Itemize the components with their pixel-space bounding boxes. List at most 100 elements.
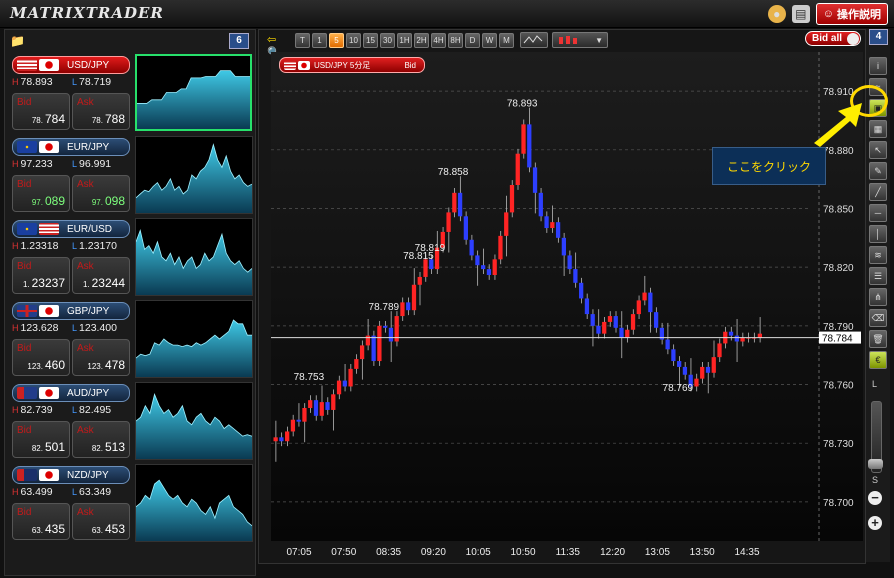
pair-name-label: AUD/JPY [67,387,110,399]
pair-name-label: EUR/USD [67,223,113,235]
ask-button[interactable]: Ask 78. 788 [72,93,130,130]
bid-price: 78. 784 [32,112,65,126]
pitchfork-icon[interactable]: ⋔ [869,288,887,306]
ask-price: 82. 513 [92,440,125,454]
pair-card[interactable]: AUD/JPY H 82.739 L 82.495 Bid 82. 501 Ask 8… [8,382,253,460]
zoom-slider-knob[interactable] [868,459,883,469]
x-tick-label: 09:20 [420,547,446,558]
pair-name-label: NZD/JPY [67,469,109,481]
pair-name-tab[interactable]: EUR/USD [12,220,130,238]
candle-body [354,359,359,369]
horizontal-line-icon[interactable]: ─ [869,204,887,222]
bid-button[interactable]: Bid 63. 435 [12,503,70,540]
candle-body [527,124,532,168]
timeframe-4h-button[interactable]: 4H [431,32,446,48]
zoom-back-icon[interactable]: ⇦🔍 [267,33,289,59]
low-marker: L [72,405,78,415]
timeframe-1h-button[interactable]: 1H [397,32,412,48]
zoom-out-button[interactable]: − [868,491,882,505]
candle-style-select[interactable]: ▼ [552,32,608,48]
pair-card[interactable]: NZD/JPY H 63.499 L 63.349 Bid 63. 435 Ask 6… [8,464,253,542]
ask-button[interactable]: Ask 63. 453 [72,503,130,540]
bid-price-prefix: 97. [31,198,43,207]
timeframe-5-button[interactable]: 5 [329,32,344,48]
pair-name-tab[interactable]: NZD/JPY [12,466,130,484]
pair-card[interactable]: EUR/JPY H 97.233 L 96.991 Bid 97. 089 Ask 9… [8,136,253,214]
bid-button[interactable]: Bid 97. 089 [12,175,70,212]
eraser-icon[interactable]: ⌫ [869,309,887,327]
title-bar: MATRIXTRADER ● ▤ ☺ 操作説明 [0,0,894,28]
sparkline-chart[interactable] [135,382,253,460]
bid-button[interactable]: Bid 1. 23237 [12,257,70,294]
candle-body [406,302,411,311]
bid-price-main: 784 [44,112,65,126]
chart-count-badge[interactable]: 4 [869,29,888,45]
candle-body [550,222,555,229]
candle-body [607,316,613,322]
timeframe-2h-button[interactable]: 2H [414,32,429,48]
trade-icon[interactable]: € [869,351,887,369]
pair-card[interactable]: EUR/USD H 1.23318 L 1.23170 Bid 1. 23237 As… [8,218,253,296]
price-chart[interactable]: 78.910 78.880 78.850 78.820 78.790 78.760 78.7… [271,52,863,541]
pair-card[interactable]: USD/JPY H 78.893 L 78.719 Bid 78. 784 Ask 7… [8,54,252,132]
timeframe-15-button[interactable]: 15 [363,32,378,48]
chart-toolbar: ⇦🔍 T151015301H2H4H8HDWM ▼ Bid all [259,30,865,59]
candle-body [492,259,497,275]
x-tick-label: 14:35 [734,547,760,558]
ask-button[interactable]: Ask 1. 23244 [72,257,130,294]
line-type-button[interactable] [520,32,548,48]
timeframe-10-button[interactable]: 10 [346,32,361,48]
candle-body [717,343,722,358]
pen-icon[interactable]: ✎ [869,162,887,180]
low-marker: L [72,159,78,169]
pair-name-tab[interactable]: GBP/JPY [12,302,130,320]
candle-body [642,292,647,301]
sparkline-chart[interactable] [135,218,253,296]
ask-label: Ask [77,507,94,518]
ask-button[interactable]: Ask 82. 513 [72,421,130,458]
candle-body [302,407,307,422]
line-icon[interactable]: ╱ [869,183,887,201]
sparkline-chart[interactable] [135,54,252,131]
candle-body [573,269,578,283]
timeframe-d-button[interactable]: D [465,32,480,48]
bid-all-toggle[interactable]: Bid all [805,31,861,46]
sparkline-chart[interactable] [135,464,253,542]
pair-card[interactable]: GBP/JPY H 123.628 L 123.400 Bid 123. 460 As… [8,300,253,378]
ask-button[interactable]: Ask 97. 098 [72,175,130,212]
rate-panel: 📁 6 USD/JPY H 78.893 L 78.719 Bid 78. 784 A… [4,29,256,576]
bid-button[interactable]: Bid 82. 501 [12,421,70,458]
folder-icon[interactable]: 📁 [10,34,25,48]
fibonacci-icon[interactable]: ≋ [869,246,887,264]
ask-price-main: 513 [104,440,125,454]
timeframe-1-button[interactable]: 1 [312,32,327,48]
timeframe-30-button[interactable]: 30 [380,32,395,48]
timeframe-w-button[interactable]: W [482,32,497,48]
timeframe-m-button[interactable]: M [499,32,514,48]
bid-button[interactable]: Bid 78. 784 [12,93,70,130]
ask-button[interactable]: Ask 123. 478 [72,339,130,376]
low-text: 96.991 [79,158,112,170]
sparkline-chart[interactable] [135,136,253,214]
candle-body [371,335,376,362]
channel-icon[interactable]: ☰ [869,267,887,285]
high-marker: H [12,487,19,497]
pair-name-tab[interactable]: EUR/JPY [12,138,130,156]
delete-icon[interactable]: 🗑 [869,330,887,348]
pair-name-tab[interactable]: USD/JPY [12,56,130,74]
high-text: 97.233 [20,158,53,170]
timeframe-t-button[interactable]: T [295,32,310,48]
bid-button[interactable]: Bid 123. 460 [12,339,70,376]
pair-count-badge[interactable]: 6 [229,33,249,49]
help-button[interactable]: ☺ 操作説明 [815,3,888,25]
vertical-line-icon[interactable]: │ [869,225,887,243]
pair-name-tab[interactable]: AUD/JPY [12,384,130,402]
info-icon[interactable]: i [869,57,887,75]
palette-icon[interactable]: ● [767,5,786,23]
ask-price-main: 23244 [91,276,125,290]
printer-icon[interactable]: ▤ [791,5,810,23]
zoom-in-button[interactable]: + [868,516,882,530]
timeframe-8h-button[interactable]: 8H [448,32,463,48]
candle-body [630,314,636,330]
sparkline-chart[interactable] [135,300,253,378]
